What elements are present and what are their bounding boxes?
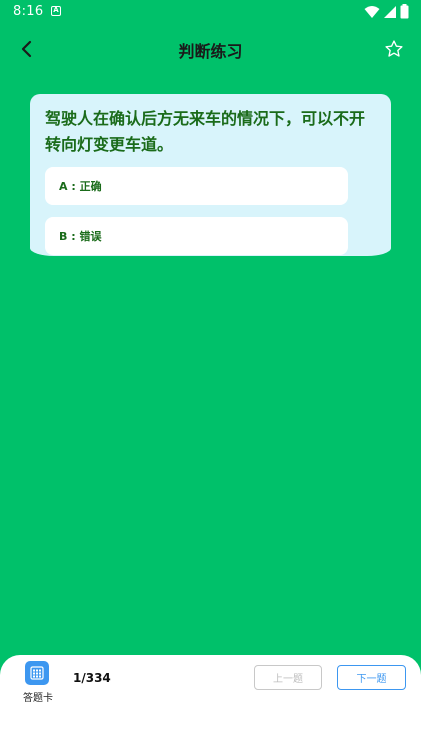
app-header: 判断练习 [0,28,421,70]
question-text: 驾驶人在确认后方无来车的情况下，可以不开转向灯变更车道。 [45,109,366,154]
status-time: 8:16 [13,4,44,19]
next-question-button[interactable]: 下一题 [337,665,406,690]
wifi-icon [364,5,380,18]
battery-icon [400,4,409,19]
signal-icon [384,5,396,18]
status-indicators [364,4,409,19]
question-card: 驾驶人在确认后方无来车的情况下，可以不开转向灯变更车道。 A : 正确 B : … [30,94,391,256]
status-bar: 8:16 A [0,0,421,24]
notification-app-icon: A [51,6,61,16]
star-outline-icon [385,40,403,57]
favorite-button[interactable] [381,36,407,62]
question-progress: 1/334 [73,671,111,685]
grid-card-icon [25,661,49,685]
page-title: 判断练习 [178,42,243,61]
option-b[interactable]: B : 错误 [45,217,348,255]
prev-question-button[interactable]: 上一题 [254,665,322,690]
option-a[interactable]: A : 正确 [45,167,348,205]
bottom-bar: 答题卡 1/334 上一题 下一题 [0,655,421,748]
answer-card-button[interactable]: 答题卡 [14,661,62,705]
answer-card-label: 答题卡 [23,693,53,704]
